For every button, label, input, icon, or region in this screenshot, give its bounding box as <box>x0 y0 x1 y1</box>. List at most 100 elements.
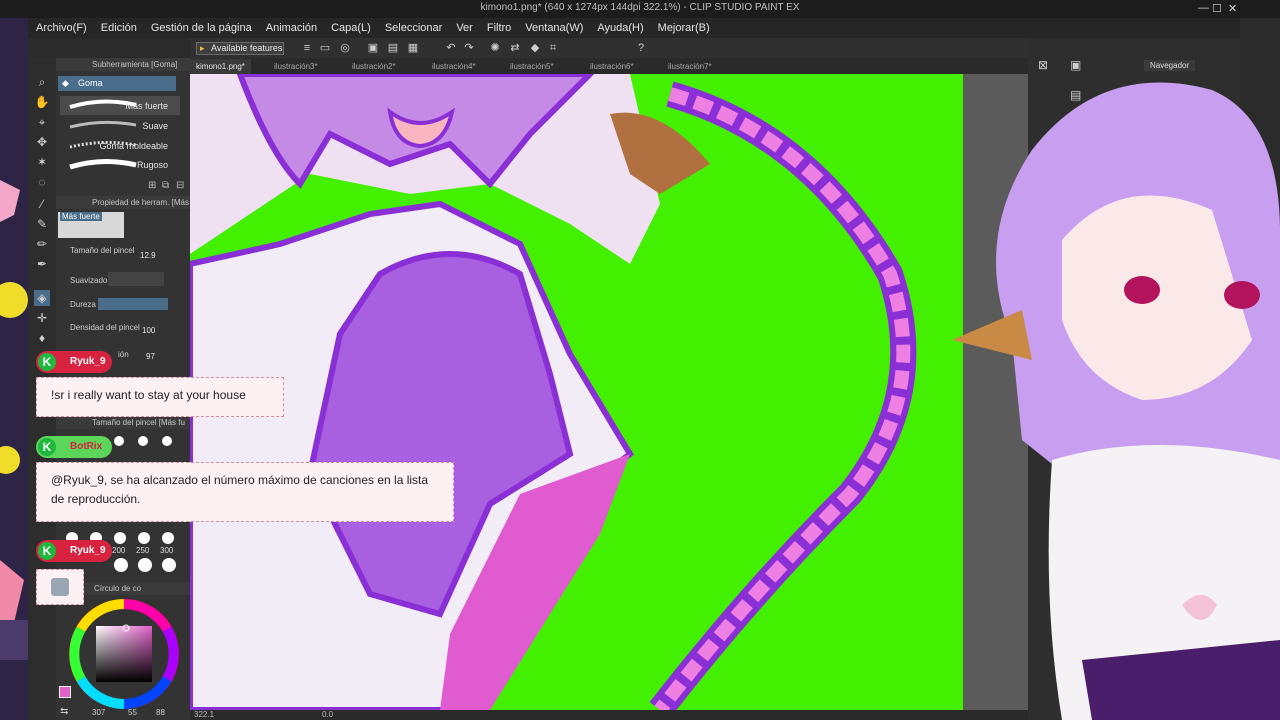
swap-colors-icon[interactable]: ⇆ <box>60 706 68 717</box>
brush-preview-label: Más fuerte <box>60 212 102 221</box>
chat-user-badge: K Ryuk_9 <box>36 540 112 562</box>
smoothing-label: Suavizado <box>70 276 108 285</box>
window-title: kimono1.png* (640 x 1274px 144dpi 322.1%… <box>480 2 800 13</box>
menu-gestion-pagina[interactable]: Gestión de la página <box>151 22 252 34</box>
brush-size-dot[interactable] <box>162 436 172 446</box>
document-tabs: kimono1.png* ilustración3* ilustración2*… <box>190 59 1028 74</box>
brush-rugoso[interactable]: Rugoso <box>60 155 180 174</box>
brush-size-value[interactable]: 12.9 <box>140 251 156 260</box>
tab-ilustracion6[interactable]: ilustración6* <box>584 59 640 74</box>
angle-readout[interactable]: 0.0 <box>322 710 333 719</box>
move-tool-icon[interactable]: ✥ <box>34 134 50 150</box>
brightness-readout: 88 <box>156 708 165 717</box>
fill-tool-icon[interactable]: ♦ <box>34 330 50 346</box>
menu-ventana[interactable]: Ventana(W) <box>525 22 583 34</box>
menu-edicion[interactable]: Edición <box>101 22 137 34</box>
brush-size-dot[interactable] <box>138 436 148 446</box>
menu-ayuda[interactable]: Ayuda(H) <box>597 22 643 34</box>
hamburger-icon[interactable]: ≡ <box>300 41 314 55</box>
menu-animacion[interactable]: Animación <box>266 22 317 34</box>
tool-property-header: Propiedad de herram. [Más <box>56 196 190 209</box>
kick-logo-icon: K <box>38 438 56 456</box>
copy-subtool-icon[interactable]: ⧉ <box>162 180 169 191</box>
hidden-property-value[interactable]: 97 <box>146 352 155 361</box>
loading-icon[interactable]: ✺ <box>488 41 502 55</box>
kick-logo-icon: K <box>38 542 56 560</box>
smoothing-slider[interactable] <box>108 272 164 286</box>
current-color-swatch[interactable] <box>59 686 71 698</box>
fill-icon[interactable]: ◆ <box>528 41 542 55</box>
layer-select-icon[interactable]: ⌖ <box>34 114 50 130</box>
overlay-art <box>0 0 28 720</box>
subtool-group-goma[interactable]: ◆ Goma <box>58 76 176 91</box>
brush-size-panel-header: Tamaño del pincel [Más fu <box>56 416 190 429</box>
tab-kimono1[interactable]: kimono1.png* <box>190 59 251 74</box>
tab-ilustracion7[interactable]: ilustración7* <box>662 59 718 74</box>
hand-tool-icon[interactable]: ✋ <box>34 94 50 110</box>
menu-archivo[interactable]: Archivo(F) <box>36 22 87 34</box>
tab-ilustracion4[interactable]: ilustración4* <box>426 59 482 74</box>
redo-icon[interactable]: ↷ <box>462 41 476 55</box>
available-features-label: Available features <box>211 43 283 53</box>
undo-icon[interactable]: ↶ <box>444 41 458 55</box>
menu-mejorar[interactable]: Mejorar(B) <box>658 22 710 34</box>
drawing-canvas[interactable] <box>190 74 1028 710</box>
tab-ilustracion2[interactable]: ilustración2* <box>346 59 402 74</box>
menu-filtro[interactable]: Filtro <box>487 22 511 34</box>
delete-subtool-icon[interactable]: ⊟ <box>176 180 184 191</box>
pencil-tool-icon[interactable]: ✏ <box>34 236 50 252</box>
brush-size-dot[interactable] <box>138 532 150 544</box>
wand-tool-icon[interactable]: ✶ <box>34 154 50 170</box>
brush-size-300: 300 <box>160 546 174 555</box>
eraser-tool-icon[interactable]: ◈ <box>34 290 50 306</box>
brush-size-dot[interactable] <box>114 532 126 544</box>
brush-size-label: Tamaño del pincel <box>70 246 135 255</box>
saturation-readout: 55 <box>128 708 137 717</box>
brush-tool-icon[interactable]: ✒ <box>34 256 50 272</box>
blend-tool-icon[interactable]: ✛ <box>34 310 50 326</box>
brush-size-dot[interactable] <box>138 558 152 572</box>
minimize-button[interactable]: — <box>1198 2 1209 14</box>
open-folder-icon[interactable]: ▤ <box>386 41 400 55</box>
crop-icon[interactable]: ⌗ <box>546 41 560 55</box>
chat-username: BotRix <box>70 441 103 452</box>
lasso-tool-icon[interactable]: ◌ <box>34 174 50 190</box>
brush-size-dot[interactable] <box>162 532 174 544</box>
subtool-header: Subherramienta [Goma] <box>56 58 190 71</box>
brush-size-250: 250 <box>136 546 150 555</box>
brush-size-dot[interactable] <box>162 558 176 572</box>
help-icon[interactable]: ? <box>634 41 648 55</box>
status-bar: 322.1 0.0 <box>190 710 1028 720</box>
eyedropper-icon[interactable]: ⁄ <box>34 196 50 212</box>
chat-message <box>36 569 84 605</box>
export-icon[interactable]: ▣ <box>366 41 380 55</box>
brush-size-dot[interactable] <box>114 558 128 572</box>
tab-ilustracion3[interactable]: ilustración3* <box>268 59 324 74</box>
brush-suave[interactable]: Suave <box>60 116 180 135</box>
hardness-slider[interactable] <box>98 298 168 310</box>
density-value[interactable]: 100 <box>142 326 155 335</box>
brush-size-dot[interactable] <box>114 436 124 446</box>
brush-mas-fuerte[interactable]: Más fuerte <box>60 96 180 115</box>
menu-seleccionar[interactable]: Seleccionar <box>385 22 442 34</box>
transform-icon[interactable]: ⇄ <box>508 41 522 55</box>
new-file-icon[interactable]: ▭ <box>318 41 332 55</box>
tab-ilustracion5[interactable]: ilustración5* <box>504 59 560 74</box>
pen-tool-icon[interactable]: ✎ <box>34 216 50 232</box>
chat-text: !sr i really want to stay at your house <box>51 388 246 402</box>
avatar-eye-left <box>1124 276 1160 304</box>
save-icon[interactable]: ▦ <box>406 41 420 55</box>
hidden-property-label: ión <box>118 350 129 359</box>
settings-icon[interactable]: ◎ <box>338 41 352 55</box>
zoom-tool-icon[interactable]: ⌕ <box>34 74 50 90</box>
maximize-button[interactable]: ☐ <box>1212 2 1222 15</box>
available-features-button[interactable]: ▸ Available features <box>196 42 284 55</box>
menu-ver[interactable]: Ver <box>456 22 473 34</box>
add-subtool-icon[interactable]: ⊞ <box>148 180 156 191</box>
color-wheel[interactable] <box>68 598 180 710</box>
chat-username: Ryuk_9 <box>70 356 106 367</box>
close-button[interactable]: ✕ <box>1228 2 1237 15</box>
menu-capa[interactable]: Capa(L) <box>331 22 371 34</box>
brush-goma-moldeable[interactable]: Goma moldeable <box>60 136 180 155</box>
zoom-readout[interactable]: 322.1 <box>194 710 214 719</box>
